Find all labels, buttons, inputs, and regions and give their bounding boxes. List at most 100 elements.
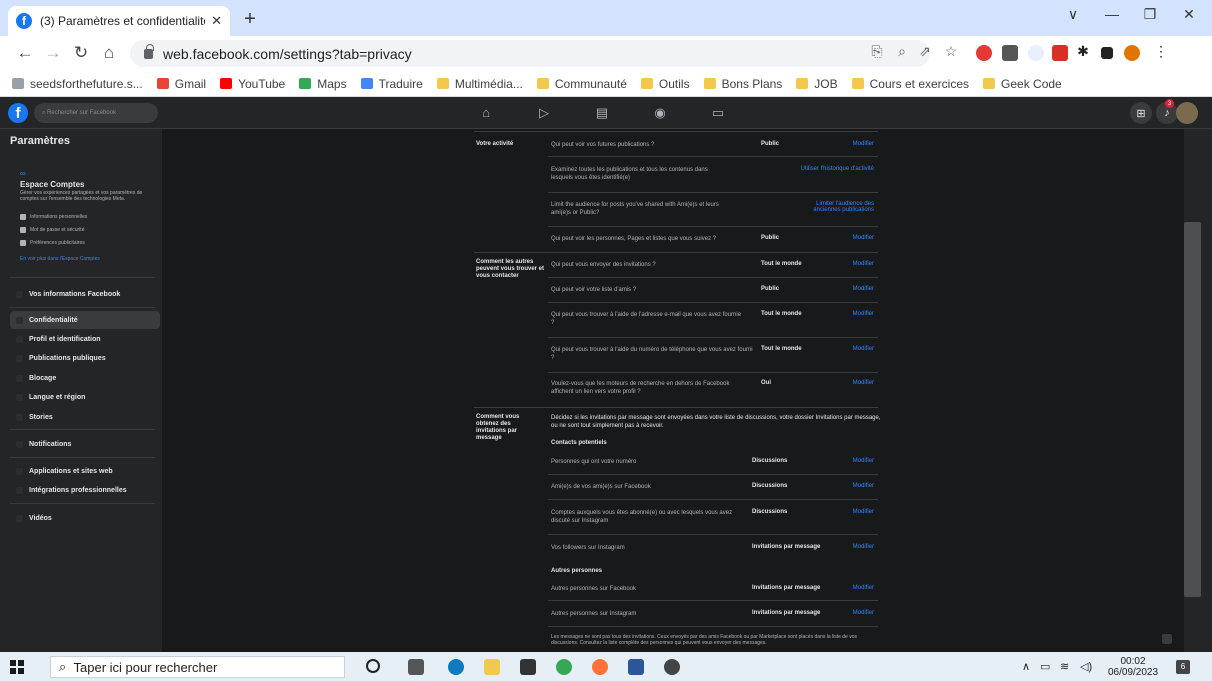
bookmark-folder-multimedia[interactable]: Multimédia... xyxy=(436,77,523,91)
edit-link[interactable]: Modifier xyxy=(810,286,874,292)
facebook-logo-icon[interactable]: f xyxy=(8,103,28,123)
marketplace-nav-icon[interactable]: ▤ xyxy=(592,105,612,121)
facebook-favicon-icon: f xyxy=(16,13,32,29)
edit-link[interactable]: Modifier xyxy=(810,141,874,147)
taskbar-search-input[interactable]: ⌕ Taper ici pour rechercher xyxy=(50,656,345,678)
edit-link[interactable]: Modifier xyxy=(810,483,874,489)
edit-link[interactable]: Modifier xyxy=(810,509,874,515)
edit-link[interactable]: Modifier xyxy=(810,346,874,352)
clock[interactable]: 00:02 06/09/2023 xyxy=(1108,656,1158,678)
edit-link[interactable]: Modifier xyxy=(810,235,874,241)
wifi-icon[interactable]: ≋ xyxy=(1060,660,1069,673)
edit-link[interactable]: Modifier xyxy=(810,610,874,616)
sidebar-item-public-posts[interactable]: Publications publiques xyxy=(10,349,160,367)
translate-icon xyxy=(360,78,373,89)
sidebar-sub-password[interactable]: Mot de passe et sécurité xyxy=(20,227,84,233)
bookmark-folder-communaute[interactable]: Communauté xyxy=(536,77,627,91)
firefox-icon[interactable] xyxy=(592,659,608,675)
chat-icon[interactable] xyxy=(1162,634,1172,644)
home-icon[interactable]: ⌂ xyxy=(98,43,120,63)
bookmark-maps[interactable]: Maps xyxy=(299,77,347,91)
sidebar-sub-personal-info[interactable]: Informations personnelles xyxy=(20,214,87,220)
extension-icon[interactable] xyxy=(1002,45,1018,61)
notification-center-icon[interactable]: 6 xyxy=(1176,660,1190,674)
sidebar-item-videos[interactable]: Vidéos xyxy=(10,509,160,527)
puzzle-extensions-icon[interactable]: ✱ xyxy=(1074,43,1092,60)
reload-icon[interactable]: ↻ xyxy=(70,43,92,63)
edit-link[interactable]: Modifier xyxy=(810,261,874,267)
edit-link[interactable]: Modifier xyxy=(810,380,874,386)
activity-log-link[interactable]: Utiliser l'historique d'activité xyxy=(770,166,874,172)
limit-audience-link[interactable]: Limiter l'audience des anciennes publica… xyxy=(800,201,874,213)
facebook-search-input[interactable]: ⌕ Rechercher sur Facebook xyxy=(34,103,158,123)
browser-tab[interactable]: f (3) Paramètres et confidentialité | ✕ xyxy=(8,6,230,36)
minimize-button[interactable]: — xyxy=(1097,6,1127,22)
tray-chevron-icon[interactable]: ∧ xyxy=(1022,660,1030,673)
sidebar-item-privacy[interactable]: Confidentialité xyxy=(10,311,160,329)
tab-close-icon[interactable]: ✕ xyxy=(211,13,222,29)
bookmark-folder-cours[interactable]: Cours et exercices xyxy=(851,77,969,91)
accounts-center-link[interactable]: En voir plus dans l'Espace Comptes xyxy=(20,256,100,262)
bookmark-seeds[interactable]: seedsforthefuture.s... xyxy=(12,77,143,91)
close-window-button[interactable]: ✕ xyxy=(1174,6,1204,23)
home-nav-icon[interactable]: ⌂ xyxy=(476,105,496,120)
chrome-icon[interactable] xyxy=(556,659,572,675)
chrome-menu-icon[interactable]: ⋮ xyxy=(1152,43,1170,60)
bookmark-star-icon[interactable]: ☆ xyxy=(942,43,960,60)
tab-search-icon[interactable]: ∨ xyxy=(1058,6,1088,23)
restore-button[interactable]: ❐ xyxy=(1135,6,1165,23)
sidebar-item-notifications[interactable]: Notifications xyxy=(10,435,160,453)
mail-icon[interactable] xyxy=(520,659,536,675)
word-icon[interactable] xyxy=(628,659,644,675)
bookmark-folder-outils[interactable]: Outils xyxy=(640,77,690,91)
forward-arrow-icon[interactable]: → xyxy=(42,43,64,63)
edit-link[interactable]: Modifier xyxy=(810,585,874,591)
install-icon[interactable]: ⎘ xyxy=(868,43,886,60)
menu-grid-icon[interactable]: ⊞ xyxy=(1130,102,1152,124)
zoom-icon[interactable]: ⌕ xyxy=(893,43,911,60)
back-arrow-icon[interactable]: ← xyxy=(14,43,36,63)
sidebar-item-profile-tagging[interactable]: Profil et identification xyxy=(10,330,160,348)
task-view-icon[interactable] xyxy=(408,659,424,675)
bookmark-traduire[interactable]: Traduire xyxy=(360,77,423,91)
volume-icon[interactable]: ◁) xyxy=(1080,660,1092,673)
adblock-extension-icon[interactable] xyxy=(976,45,992,61)
groups-nav-icon[interactable]: ◉ xyxy=(650,105,670,121)
sidepanel-icon[interactable] xyxy=(1101,47,1113,59)
sidebar-item-apps[interactable]: Applications et sites web xyxy=(10,462,160,480)
watch-nav-icon[interactable]: ▷ xyxy=(534,105,554,121)
edit-link[interactable]: Modifier xyxy=(810,458,874,464)
new-tab-button[interactable]: + xyxy=(238,8,262,31)
windows-start-icon[interactable] xyxy=(10,660,24,674)
gaming-nav-icon[interactable]: ▭ xyxy=(708,105,728,121)
sidebar-sub-ad-prefs[interactable]: Préférences publicitaires xyxy=(20,240,85,246)
sidebar-item-stories[interactable]: Stories xyxy=(10,408,160,426)
sidebar-item-your-info[interactable]: Vos informations Facebook xyxy=(10,285,160,303)
sidebar-item-blocking[interactable]: Blocage xyxy=(10,369,160,387)
bookmark-folder-geek-code[interactable]: Geek Code xyxy=(983,77,1062,91)
account-avatar[interactable] xyxy=(1176,102,1198,124)
accounts-center-title[interactable]: Espace Comptes xyxy=(20,180,84,189)
share-icon[interactable]: ⇗ xyxy=(916,43,934,60)
edit-link[interactable]: Modifier xyxy=(810,544,874,550)
sidebar-item-language[interactable]: Langue et région xyxy=(10,388,160,406)
extension-red-icon[interactable] xyxy=(1052,45,1068,61)
bookmark-folder-job[interactable]: JOB xyxy=(796,77,838,91)
meta-logo-icon: ∞ xyxy=(20,169,26,178)
bookmark-youtube[interactable]: YouTube xyxy=(220,77,285,91)
battery-icon[interactable]: ▭ xyxy=(1040,660,1050,673)
sidebar-item-business-integrations[interactable]: Intégrations professionnelles xyxy=(10,481,160,499)
folder-icon xyxy=(796,78,809,89)
app-icon[interactable] xyxy=(664,659,680,675)
edit-link[interactable]: Modifier xyxy=(810,311,874,317)
address-bar[interactable]: web.facebook.com/settings?tab=privacy xyxy=(130,40,930,67)
cortana-icon[interactable] xyxy=(366,659,380,673)
scrollbar-thumb[interactable] xyxy=(1184,222,1201,597)
profile-avatar[interactable] xyxy=(1124,45,1140,61)
row-value: Discussions xyxy=(752,483,788,489)
bookmark-gmail[interactable]: Gmail xyxy=(156,77,206,91)
edge-icon[interactable] xyxy=(448,659,464,675)
file-explorer-icon[interactable] xyxy=(484,659,500,675)
bookmark-folder-bons-plans[interactable]: Bons Plans xyxy=(703,77,782,91)
extension-plus-icon[interactable] xyxy=(1028,45,1044,61)
